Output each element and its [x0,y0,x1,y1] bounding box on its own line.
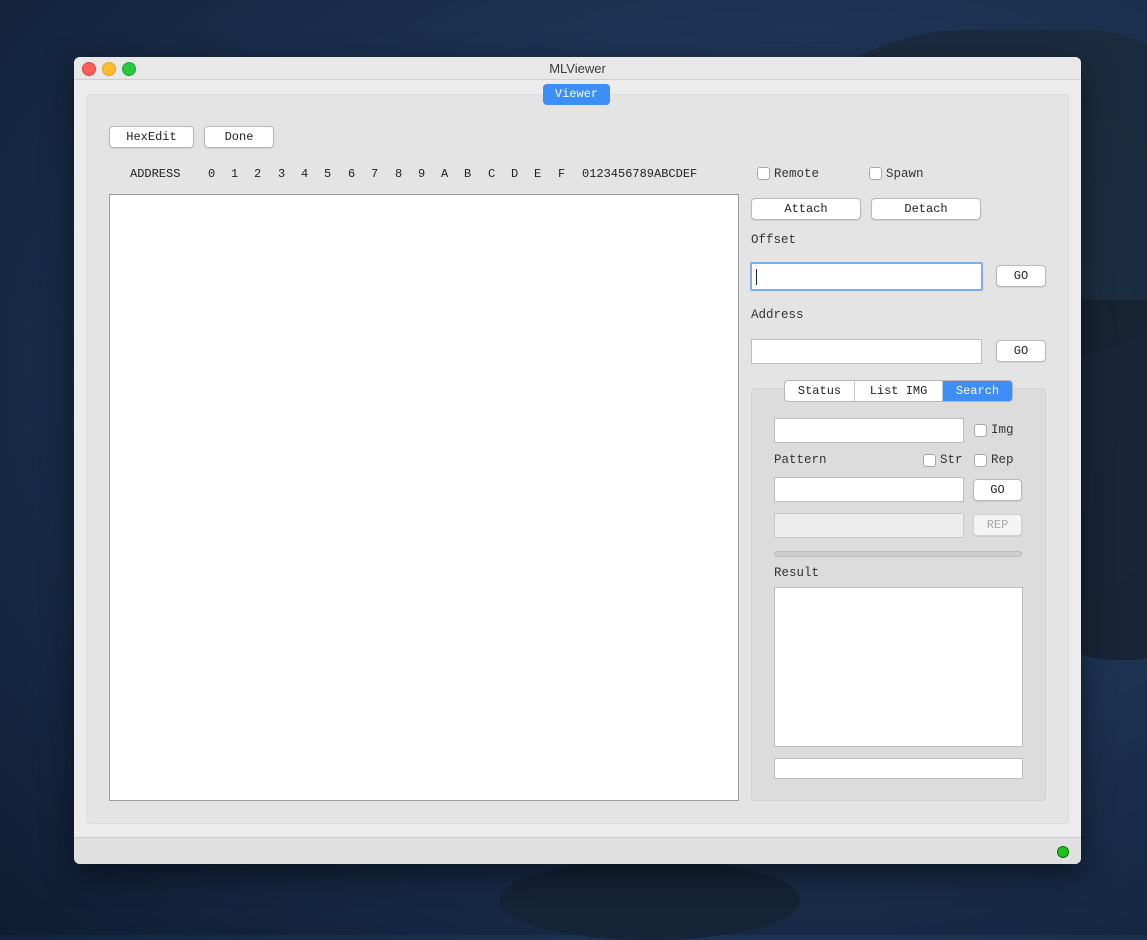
detach-button[interactable]: Detach [871,198,981,220]
hex-col-1: 1 [231,167,239,181]
hex-col-c: C [488,167,496,181]
remote-checkbox[interactable] [757,167,770,180]
status-indicator-icon [1057,846,1069,858]
title-bar: MLViewer [74,57,1081,80]
str-checkbox[interactable] [923,454,936,467]
img-checkbox[interactable] [974,424,987,437]
tab-viewer[interactable]: Viewer [543,84,610,105]
rep-checkbox[interactable] [974,454,987,467]
hex-col-2: 2 [254,167,262,181]
search-go-button[interactable]: GO [973,479,1022,501]
hex-ascii-header: 0123456789ABCDEF [582,167,698,181]
hexedit-button[interactable]: HexEdit [109,126,194,148]
hex-col-e: E [534,167,542,181]
offset-go-button[interactable]: GO [996,265,1046,287]
hex-col-7: 7 [371,167,379,181]
window-title: MLViewer [549,61,606,76]
hex-col-6: 6 [348,167,356,181]
replace-input[interactable] [774,513,964,538]
offset-label: Offset [751,233,797,247]
attach-button[interactable]: Attach [751,198,861,220]
result-label: Result [774,566,820,580]
hex-col-f: F [558,167,566,181]
hex-col-d: D [511,167,519,181]
done-button[interactable]: Done [204,126,274,148]
background-rock [500,860,800,940]
spawn-label: Spawn [886,167,924,181]
search-query-input[interactable] [774,418,964,443]
hex-col-3: 3 [278,167,286,181]
address-label: Address [751,308,804,322]
hex-view-area[interactable] [109,194,739,801]
hex-address-header: ADDRESS [130,167,181,181]
offset-input[interactable] [750,262,983,291]
str-label: Str [940,453,963,467]
remote-label: Remote [774,167,820,181]
status-bar [74,837,1081,864]
rep-button[interactable]: REP [973,514,1022,536]
hex-col-9: 9 [418,167,426,181]
pattern-label: Pattern [774,453,827,467]
search-progress-bar [774,551,1022,557]
tab-search[interactable]: Search [943,381,1012,401]
rep-label: Rep [991,453,1014,467]
hex-col-0: 0 [208,167,216,181]
hex-col-8: 8 [395,167,403,181]
result-footer-input[interactable] [774,758,1023,779]
side-tab-bar: Status List IMG Search [784,380,1013,402]
hex-col-4: 4 [301,167,309,181]
hex-col-5: 5 [324,167,332,181]
hex-col-a: A [441,167,449,181]
tab-list-img[interactable]: List IMG [855,381,943,401]
pattern-input[interactable] [774,477,964,502]
app-window: MLViewer Viewer HexEdit Done ADDRESS 0 1… [74,57,1081,864]
spawn-checkbox[interactable] [869,167,882,180]
result-textarea[interactable] [774,587,1023,747]
img-label: Img [991,423,1014,437]
tab-status[interactable]: Status [785,381,855,401]
text-caret [756,269,757,285]
address-input[interactable] [751,339,982,364]
hex-col-b: B [464,167,472,181]
address-go-button[interactable]: GO [996,340,1046,362]
